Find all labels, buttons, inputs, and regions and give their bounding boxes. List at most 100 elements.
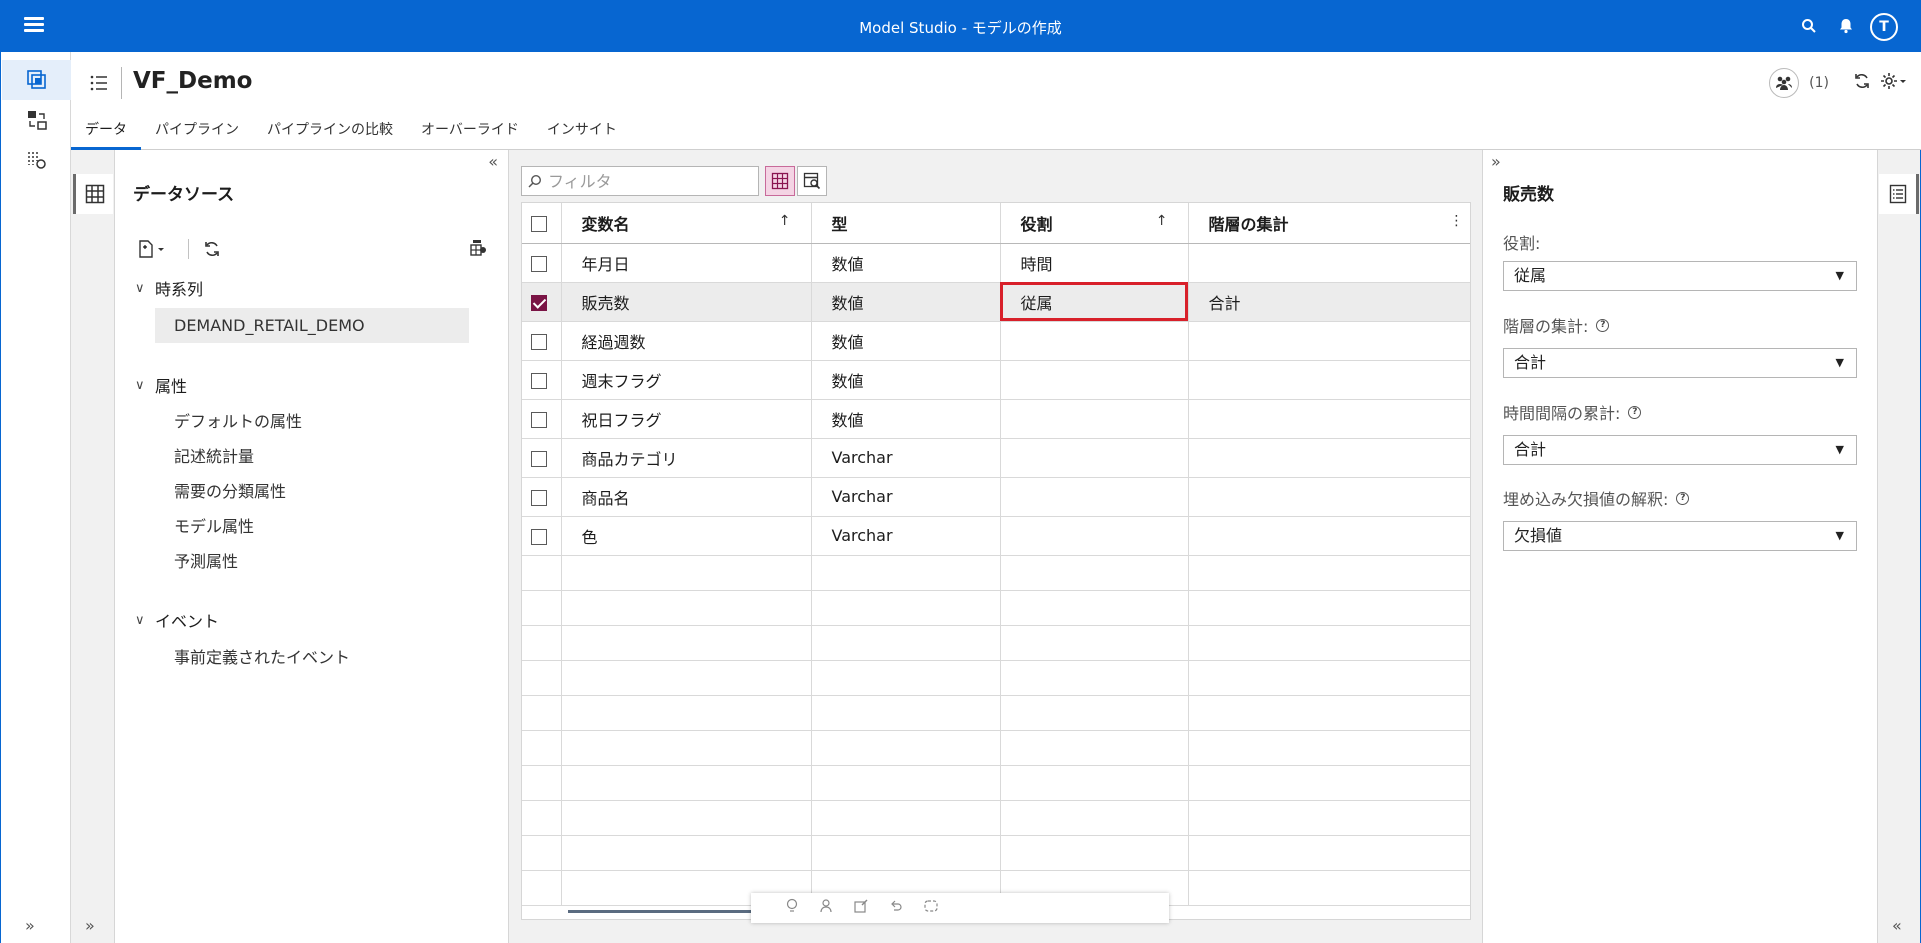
tree-item-default-attributes[interactable]: デフォルトの属性 <box>174 408 302 432</box>
user-icon[interactable] <box>819 898 833 918</box>
tab-pipeline-compare[interactable]: パイプラインの比較 <box>253 114 407 150</box>
search-icon[interactable] <box>1797 14 1821 38</box>
rail-exchange-icon[interactable] <box>2 100 71 140</box>
embedded-missing-select[interactable]: 欠損値 ▼ <box>1503 521 1857 551</box>
row-checkbox[interactable] <box>531 372 547 389</box>
table-view-icon[interactable] <box>73 174 113 214</box>
properties-view-icon[interactable] <box>1879 174 1919 214</box>
grid-icon <box>771 172 789 190</box>
tab-overrides[interactable]: オーバーライド <box>407 114 533 150</box>
project-list-icon[interactable] <box>88 72 110 94</box>
tab-pipelines[interactable]: パイプライン <box>141 114 253 150</box>
column-header-type[interactable]: 型 <box>811 203 1001 244</box>
left-strip-expand-icon[interactable]: » <box>85 916 95 935</box>
hierarchy-agg-label: 階層の集計:? <box>1503 313 1610 337</box>
hierarchy-agg-select[interactable]: 合計 ▼ <box>1503 348 1857 378</box>
row-checkbox[interactable] <box>531 489 547 506</box>
cell-variable-name: 色 <box>561 516 812 556</box>
tree-item-forecast-attributes[interactable]: 予測属性 <box>174 548 238 572</box>
table-row[interactable]: 祝日フラグ 数値 <box>522 399 1470 439</box>
row-checkbox[interactable] <box>531 411 547 428</box>
tree-item-model-attributes[interactable]: モデル属性 <box>174 513 254 537</box>
project-tabs: データ パイプライン パイプラインの比較 オーバーライド インサイト <box>71 114 631 150</box>
right-strip-collapse-icon[interactable]: « <box>1892 916 1902 935</box>
table-row-selected[interactable]: 販売数 数値 従属 合計 <box>522 282 1470 322</box>
cell-role <box>1000 399 1189 439</box>
help-icon[interactable]: ? <box>1628 405 1642 419</box>
tree-group-events[interactable]: ∨ イベント <box>135 608 219 632</box>
time-interval-accum-select[interactable]: 合計 ▼ <box>1503 435 1857 465</box>
tree-item-predefined-events[interactable]: 事前定義されたイベント <box>174 644 350 668</box>
cell-hierarchy-agg <box>1188 516 1470 556</box>
sort-asc-icon[interactable]: ↑ <box>1156 213 1168 229</box>
sort-asc-icon[interactable]: ↑ <box>779 213 791 229</box>
row-select-cell <box>522 399 562 439</box>
table-row[interactable]: 週末フラグ 数値 <box>522 360 1470 400</box>
column-header-variable-name[interactable]: 変数名 ↑ <box>561 203 812 244</box>
datasource-toolbar <box>137 236 489 262</box>
settings-gear-icon[interactable] <box>1881 72 1907 94</box>
tab-insights[interactable]: インサイト <box>533 114 631 150</box>
cell-type: 数値 <box>811 360 1001 400</box>
rail-projects-icon[interactable] <box>2 60 71 100</box>
select-all-checkbox[interactable] <box>531 215 547 232</box>
tree-item-demand-classification[interactable]: 需要の分類属性 <box>174 478 286 502</box>
row-select-cell <box>522 321 562 361</box>
grid-view-button[interactable] <box>765 166 795 196</box>
table-row[interactable]: 商品カテゴリ Varchar <box>522 438 1470 478</box>
role-label: 役割: <box>1503 230 1540 254</box>
filter-input[interactable] <box>548 171 748 191</box>
help-icon[interactable]: ? <box>1596 318 1610 332</box>
cell-variable-name: 年月日 <box>561 243 812 283</box>
cell-role <box>1000 477 1189 517</box>
row-checkbox[interactable] <box>531 528 547 545</box>
row-select-cell <box>522 360 562 400</box>
collaborators-icon[interactable] <box>1769 68 1800 98</box>
tab-data[interactable]: データ <box>71 114 141 150</box>
table-row[interactable]: 色 Varchar <box>522 516 1470 556</box>
tree-group-timeseries[interactable]: ∨ 時系列 <box>135 276 203 300</box>
edit-icon[interactable] <box>853 898 869 918</box>
fullscreen-icon[interactable] <box>923 898 939 918</box>
project-header: VF_Demo データ パイプライン パイプラインの比較 オーバーライド インサ… <box>71 52 1921 150</box>
row-checkbox[interactable] <box>531 333 547 350</box>
row-checkbox[interactable] <box>531 450 547 467</box>
properties-collapse-icon[interactable]: » <box>1491 152 1501 171</box>
row-checkbox-checked[interactable] <box>531 294 547 311</box>
rail-expand-icon[interactable]: » <box>25 916 35 935</box>
undo-icon[interactable] <box>889 898 903 918</box>
empty-row <box>522 590 1470 626</box>
row-select-cell <box>522 438 562 478</box>
column-header-hierarchy-agg[interactable]: 階層の集計 ⋮ <box>1188 203 1470 244</box>
row-select-cell <box>522 477 562 517</box>
cell-hierarchy-agg <box>1188 438 1470 478</box>
tree-group-attributes[interactable]: ∨ 属性 <box>135 373 187 397</box>
column-header-role[interactable]: 役割 ↑ <box>1000 203 1189 244</box>
new-variable-icon[interactable] <box>137 236 167 262</box>
user-avatar[interactable]: T <box>1870 13 1898 41</box>
rail-manage-icon[interactable] <box>2 140 71 180</box>
table-row[interactable]: 経過週数 数値 <box>522 321 1470 361</box>
column-options-icon[interactable]: ⋮ <box>1450 213 1464 229</box>
row-checkbox[interactable] <box>531 255 547 272</box>
bell-icon[interactable] <box>1834 14 1858 38</box>
tree-item-descriptive-stats[interactable]: 記述統計量 <box>174 443 254 467</box>
caret-down-icon: ▼ <box>1835 443 1844 456</box>
data-settings-icon[interactable] <box>469 236 489 262</box>
filter-box <box>521 166 759 196</box>
refresh-icon[interactable] <box>1853 72 1871 94</box>
table-row[interactable]: 商品名 Varchar <box>522 477 1470 517</box>
datasource-collapse-icon[interactable]: « <box>488 152 498 171</box>
help-icon[interactable]: ? <box>1676 491 1690 505</box>
table-row[interactable]: 年月日 数値 時間 <box>522 243 1470 283</box>
cell-role-highlighted: 従属 <box>1000 282 1189 322</box>
datasource-refresh-icon[interactable] <box>203 236 221 262</box>
select-value: 欠損値 <box>1514 526 1563 545</box>
role-select[interactable]: 従属 ▼ <box>1503 261 1857 291</box>
select-value: 従属 <box>1514 266 1547 285</box>
horizontal-scrollbar[interactable] <box>568 910 768 913</box>
detail-view-button[interactable] <box>797 166 827 196</box>
tree-item-demand-retail-demo[interactable]: DEMAND_RETAIL_DEMO <box>155 308 469 343</box>
lightbulb-icon[interactable] <box>785 898 799 918</box>
column-header-label: 役割 <box>1020 214 1053 234</box>
